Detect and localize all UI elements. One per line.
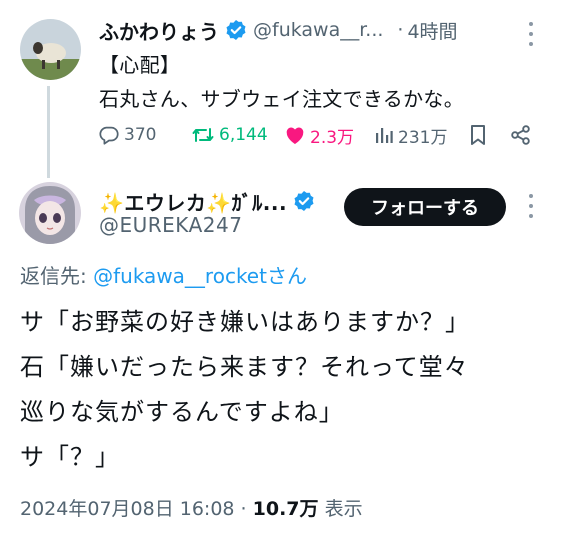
views-button[interactable]: 231万: [374, 120, 447, 150]
author-handle[interactable]: @fukawa__r...: [253, 19, 383, 41]
avatar[interactable]: [19, 182, 81, 244]
reply-button[interactable]: 370: [98, 120, 156, 150]
reply-count: 370: [124, 125, 157, 145]
more-options-icon[interactable]: [527, 22, 535, 46]
views-chart-icon: [376, 128, 393, 143]
author-name[interactable]: ふかわりょう: [99, 16, 219, 45]
time-separator: ·: [397, 19, 404, 41]
reply-to-mention-link[interactable]: @fukawa__rocket: [93, 264, 267, 288]
reply-to-prefix: 返信先:: [20, 264, 94, 288]
reply-author-handle[interactable]: @EUREKA247: [99, 213, 242, 237]
share-button[interactable]: [510, 120, 536, 150]
reply-icon: [99, 126, 119, 145]
reply-to-line: 返信先: @fukawa__rocketさん: [20, 260, 307, 289]
follow-button[interactable]: フォローする: [344, 188, 506, 226]
avatar[interactable]: [20, 19, 81, 80]
reply-text-line: サ「お野菜の好き嫌いはありますか？」: [20, 308, 470, 336]
tweet-meta: 2024年07月08日 16:08 · 10.7万 表示: [20, 494, 363, 521]
view-count: 231万: [398, 127, 448, 148]
views-label: 表示: [318, 498, 363, 520]
tweet-actions: 370 6,144 2.3万 231万: [96, 120, 536, 150]
retweet-icon: [192, 128, 214, 142]
reply-to-suffix: さん: [266, 264, 307, 288]
reply-text: サ「お野菜の好き嫌いはありますか？」 石「嫌いだったら来ます？それって堂々 巡り…: [20, 300, 470, 480]
reply-text-line: 巡りな気がするんですよね」: [20, 398, 344, 426]
like-button[interactable]: 2.3万: [284, 120, 354, 150]
thread-connector-line: [47, 86, 50, 178]
share-icon: [511, 125, 530, 145]
verified-badge-icon: [294, 191, 314, 211]
avatar-sheep-image: [20, 19, 81, 80]
timestamp-link[interactable]: 2024年07月08日 16:08: [20, 498, 235, 520]
more-options-icon[interactable]: [527, 194, 535, 218]
retweet-button[interactable]: 6,144: [191, 120, 268, 150]
avatar-anime-girl-image: [19, 182, 81, 244]
reply-text-line: サ「？」: [20, 443, 120, 471]
tweet-header: ふかわりょう @fukawa__r... · 4時間: [99, 14, 522, 46]
bookmark-icon: [471, 125, 485, 145]
views-count: 10.7万: [252, 498, 319, 520]
reply-text-line: 石「嫌いだったら来ます？それって堂々: [20, 353, 469, 381]
like-count: 2.3万: [310, 127, 355, 148]
heart-icon: [286, 127, 304, 145]
reply-author-name[interactable]: ✨エウレカ✨ｶﾞﾙ...: [99, 187, 287, 216]
reply-author-row: ✨エウレカ✨ｶﾞﾙ...: [99, 186, 315, 216]
verified-badge-icon: [226, 20, 246, 40]
meta-separator: ·: [234, 498, 253, 520]
tweet-text: 【心配】 石丸さん、サブウェイ注文できるかな。: [99, 53, 464, 111]
bookmark-button[interactable]: [468, 120, 492, 150]
tweet-time[interactable]: 4時間: [407, 17, 457, 44]
retweet-count: 6,144: [219, 125, 268, 145]
